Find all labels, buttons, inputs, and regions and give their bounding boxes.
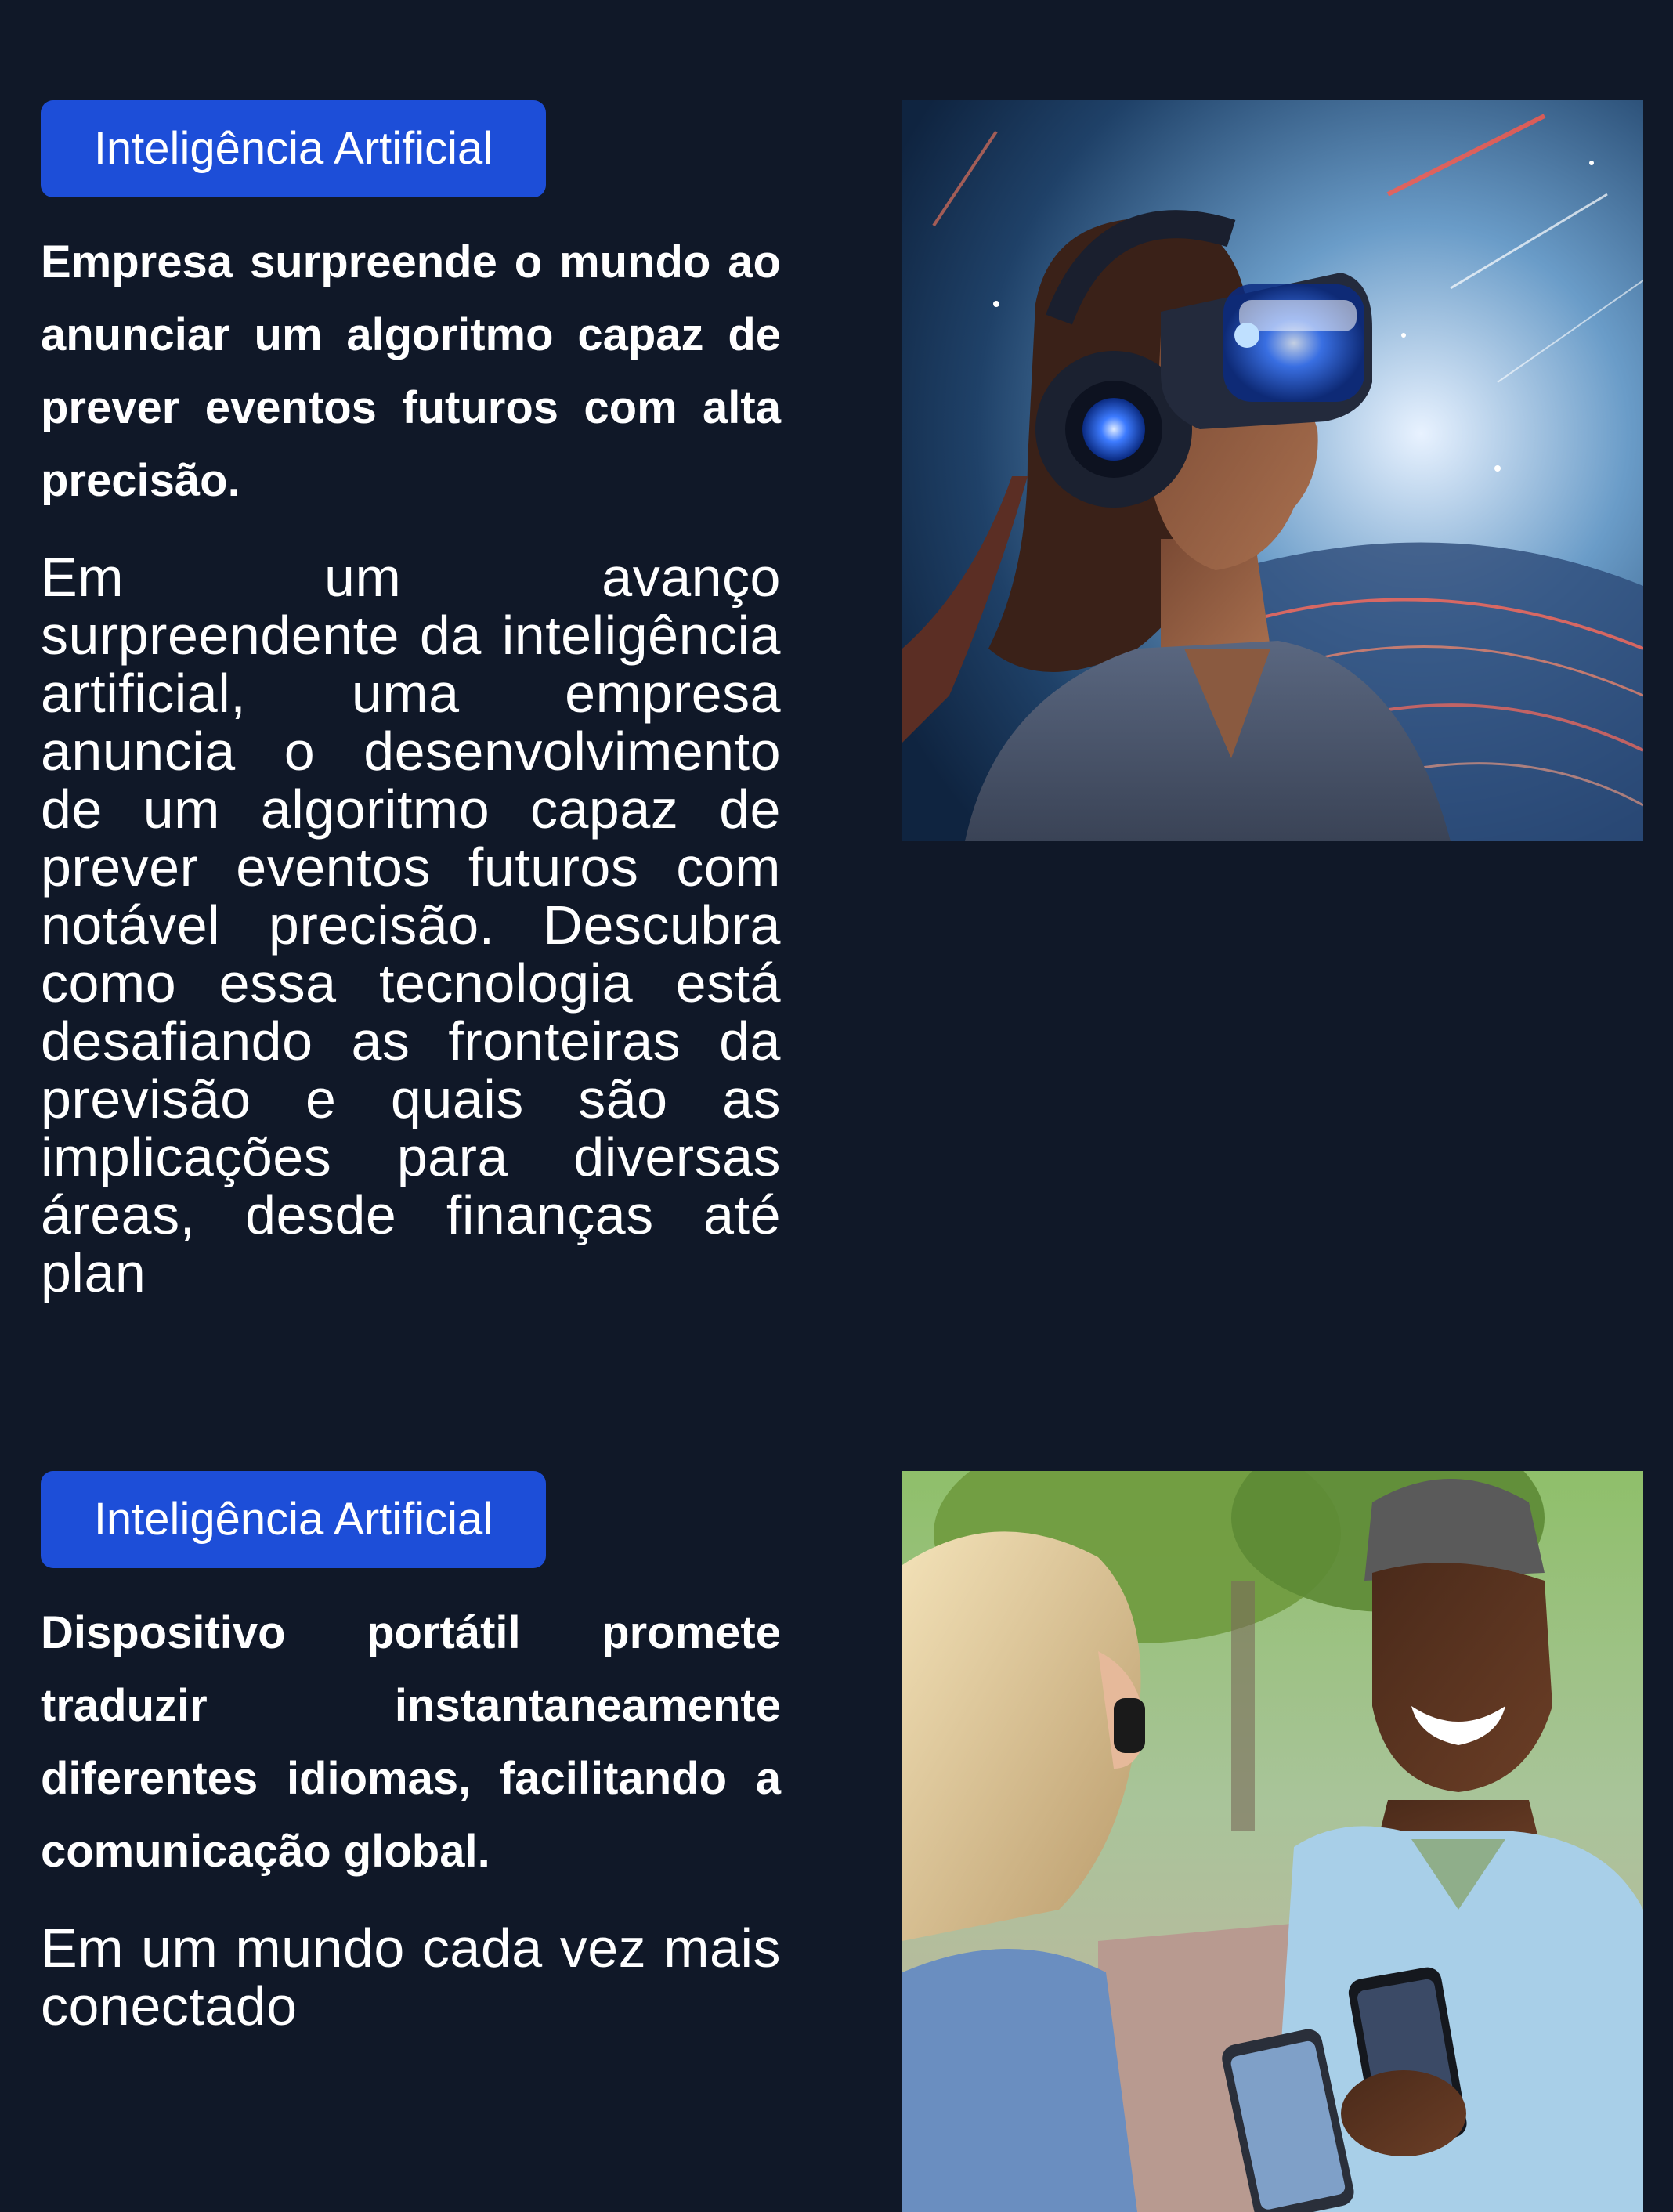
news-excerpt: Em um mundo cada vez mais conectado <box>41 1917 781 2037</box>
category-badge[interactable]: Inteligência Artificial <box>41 1471 546 1568</box>
news-excerpt: Em um avanço surpreendente da inteligênc… <box>41 547 781 1303</box>
news-headline[interactable]: Dispositivo portátil promete traduzir in… <box>41 1596 781 1888</box>
category-badge[interactable]: Inteligência Artificial <box>41 100 546 197</box>
news-thumbnail-translator[interactable] <box>902 1471 1643 2212</box>
news-headline[interactable]: Empresa surpreende o mundo ao anunciar u… <box>41 226 781 517</box>
people-with-smartphone-photo <box>902 1471 1643 2212</box>
news-card-text: Inteligência Artificial Dispositivo port… <box>41 1471 781 2035</box>
news-card-text: Inteligência Artificial Empresa surpreen… <box>41 100 781 1302</box>
vr-headset-woman-photo <box>902 100 1643 841</box>
news-thumbnail-vr[interactable] <box>902 100 1643 841</box>
news-feed: Inteligência Artificial Empresa surpreen… <box>0 0 1673 2212</box>
